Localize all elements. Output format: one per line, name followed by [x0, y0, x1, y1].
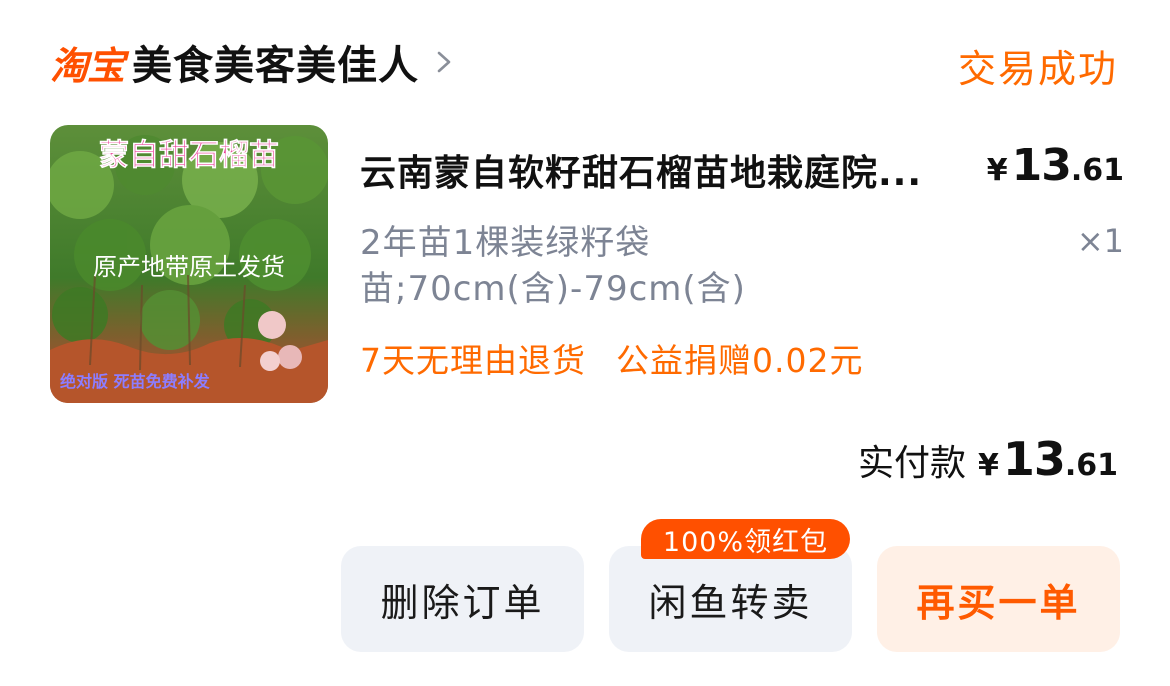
total-integer: 13: [1002, 432, 1066, 486]
product-sku: 2年苗1棵装绿籽袋苗;70cm(含)-79cm(含): [360, 223, 746, 309]
quantity: ×1: [1076, 222, 1124, 260]
price-decimal: .61: [1070, 153, 1124, 188]
resell-button[interactable]: 闲鱼转卖: [609, 546, 852, 652]
service-tags: 7天无理由退货 公益捐赠0.02元: [360, 334, 863, 382]
product-image[interactable]: 蒙自甜石榴苗 原产地带原土发货 绝对版 死苗免费补发: [50, 125, 328, 403]
delete-order-button[interactable]: 删除订单: [341, 546, 584, 652]
order-card: 淘宝 美食美客美佳人 交易成功 蒙自甜石榴苗 原产地带原土发货 绝对版 死苗免费…: [0, 0, 1170, 686]
order-status: 交易成功: [957, 47, 1118, 91]
tag-return-policy: 7天无理由退货: [360, 341, 586, 380]
image-overlay-title: 蒙自甜石榴苗: [99, 138, 279, 173]
buy-again-button[interactable]: 再买一单: [877, 546, 1120, 652]
total-currency: ¥: [977, 448, 999, 483]
red-packet-badge: 100%领红包: [641, 519, 850, 559]
tag-charity: 公益捐赠0.02元: [616, 341, 864, 380]
shop-name[interactable]: 美食美客美佳人: [132, 33, 419, 91]
shop-link[interactable]: 淘宝 美食美客美佳人: [50, 34, 455, 90]
price-currency: ¥: [986, 153, 1008, 188]
image-overlay-bottom: 绝对版 死苗免费补发: [60, 372, 211, 391]
total-label: 实付款: [857, 443, 966, 484]
unit-price: ¥ 13 .61: [987, 140, 1124, 191]
total-payment: 实付款 ¥ 13 .61: [858, 432, 1118, 486]
image-overlay-middle: 原产地带原土发货: [93, 253, 285, 281]
total-decimal: .61: [1064, 448, 1118, 483]
price-integer: 13: [1011, 140, 1072, 191]
taobao-logo: 淘宝: [50, 43, 125, 88]
product-title[interactable]: 云南蒙自软籽甜石榴苗地栽庭院...: [360, 144, 990, 196]
chevron-right-icon: [433, 51, 455, 73]
